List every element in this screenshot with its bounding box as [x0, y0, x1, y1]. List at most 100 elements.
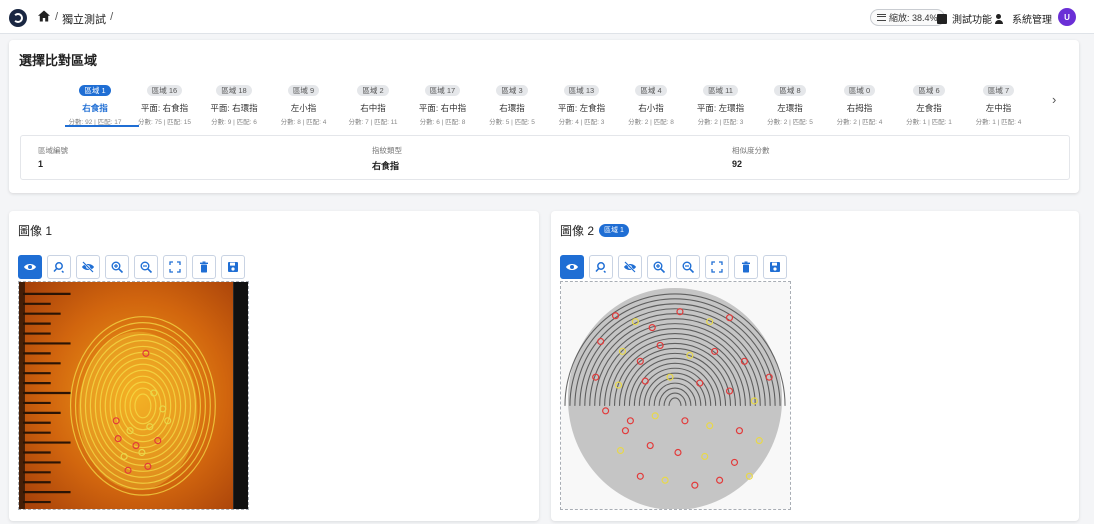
- chevron-right-icon[interactable]: ›: [1052, 92, 1056, 107]
- region-tab-name: 平面: 左食指: [557, 103, 606, 113]
- region-tab-badge: 區域 17: [424, 85, 461, 96]
- region-tab[interactable]: 區域 9 左小指 分數: 8 | 匹配: 4: [268, 80, 340, 126]
- region-tab[interactable]: 區域 0 右拇指 分數: 2 | 匹配: 4: [824, 80, 896, 126]
- fit-screen-button[interactable]: [705, 255, 729, 279]
- region-tab-name: 平面: 右食指: [140, 103, 189, 113]
- region-tab[interactable]: 區域 8 左環指 分數: 2 | 匹配: 5: [754, 80, 826, 126]
- magnify-reset-icon: [53, 262, 65, 274]
- image2-toolbar: [560, 255, 787, 279]
- eye-off-button[interactable]: [76, 255, 100, 279]
- zoom-in-button[interactable]: [105, 255, 129, 279]
- breadcrumb: / 獨立測試 /: [55, 11, 113, 27]
- region-tab-name: 右拇指: [846, 103, 873, 113]
- region-tab-name: 平面: 右中指: [418, 103, 467, 113]
- magnify-reset-button[interactable]: [47, 255, 71, 279]
- region-tab-name: 右中指: [360, 103, 386, 113]
- region-tab-name: 左環指: [777, 103, 803, 113]
- region-tab-badge: 區域 1: [79, 85, 111, 96]
- region-select-card: 選擇比對區域 區域 1 右食指 分數: 92 | 匹配: 17 區域 16 平面: 右食…: [9, 40, 1079, 193]
- eye-off-button[interactable]: [618, 255, 642, 279]
- zoom-out-button[interactable]: [134, 255, 158, 279]
- save-button[interactable]: [763, 255, 787, 279]
- info-region-id: 區域編號 1: [38, 145, 68, 169]
- region-tab[interactable]: 區域 7 左中指 分數: 1 | 匹配: 4: [963, 80, 1035, 126]
- zoom-badge[interactable]: 縮放: 38.4%: [870, 9, 945, 26]
- system-admin-label: 系統管理: [1012, 15, 1052, 26]
- breadcrumb-current[interactable]: 獨立測試: [62, 11, 106, 27]
- save-button[interactable]: [221, 255, 245, 279]
- region-tab-badge: 區域 18: [216, 85, 252, 96]
- region-tab-name: 右小指: [638, 103, 664, 113]
- image1-title-text: 圖像 1: [18, 224, 53, 238]
- eye-off-icon: [624, 261, 636, 273]
- test-feature-link[interactable]: 測試功能: [937, 11, 992, 26]
- zoom-out-icon: [682, 261, 695, 274]
- region-tab-badge: 區域 0: [843, 85, 876, 96]
- magnify-reset-icon: [595, 262, 607, 274]
- region-tab-badge: 區域 11: [703, 85, 738, 96]
- home-icon[interactable]: [37, 9, 51, 23]
- region-tab-badge: 區域 2: [357, 85, 389, 96]
- region-tab-score: 分數: 2 | 匹配: 5: [767, 119, 813, 126]
- list-icon: [877, 14, 886, 21]
- latent-print-image[interactable]: [18, 281, 249, 510]
- region-tab[interactable]: 區域 18 平面: 右環指 分數: 9 | 匹配: 6: [198, 80, 270, 126]
- region-tab-score: 分數: 8 | 匹配: 4: [280, 119, 327, 126]
- region-tabs: 區域 1 右食指 分數: 92 | 匹配: 17 區域 16 平面: 右食指 分數: 75…: [59, 80, 1059, 130]
- trash-icon: [200, 261, 208, 273]
- info-label: 區域編號: [38, 146, 68, 155]
- eye-icon: [566, 264, 578, 270]
- region-tab[interactable]: 區域 17 平面: 右中指 分數: 6 | 匹配: 8: [407, 80, 479, 126]
- region-tab-name: 平面: 右環指: [210, 103, 258, 113]
- region-tab-badge: 區域 4: [635, 85, 667, 96]
- user-gear-icon: [995, 13, 1007, 24]
- image2-title: 圖像 2 區域 1: [560, 222, 629, 239]
- trash-button[interactable]: [192, 255, 216, 279]
- region-tab-score: 分數: 5 | 匹配: 5: [489, 119, 535, 126]
- zoom-out-icon: [140, 261, 153, 274]
- region-tab[interactable]: 區域 4 右小指分數: 2 | 匹配: 8: [615, 80, 687, 126]
- latent-print-graphic: [19, 282, 248, 509]
- trash-button[interactable]: [734, 255, 758, 279]
- region-tab[interactable]: 區域 3 右環指 分數: 5 | 匹配: 5: [476, 80, 548, 126]
- info-label: 相似度分數: [732, 146, 770, 155]
- region-tab-name: 平面: 左環指: [696, 103, 745, 113]
- trash-icon: [742, 261, 750, 273]
- save-icon: [770, 262, 780, 272]
- image1-panel: 圖像 1: [9, 211, 539, 521]
- avatar[interactable]: U: [1058, 8, 1076, 26]
- save-icon: [228, 262, 238, 272]
- image1-title: 圖像 1: [18, 222, 52, 239]
- region-tab-badge: 區域 3: [496, 85, 528, 96]
- app-logo[interactable]: [9, 9, 27, 27]
- test-feature-label: 測試功能: [952, 15, 992, 26]
- region-tab[interactable]: 區域 6 左食指 分數: 1 | 匹配: 1: [893, 80, 965, 126]
- region-tab[interactable]: 區域 13 平面: 左食指 分數: 4 | 匹配: 3: [546, 80, 618, 126]
- magnify-reset-button[interactable]: [589, 255, 613, 279]
- region-info: 區域編號 1 指紋類型 右食指 相似度分數 92: [20, 135, 1070, 180]
- region-tab-score: 分數: 2 | 匹配: 8: [628, 119, 674, 126]
- region-tab-name: 左中指: [985, 103, 1012, 113]
- zoom-in-button[interactable]: [647, 255, 671, 279]
- region-tab[interactable]: 區域 16 平面: 右食指 分數: 75 | 匹配: 15: [129, 80, 201, 126]
- region-tab[interactable]: 區域 11 平面: 左環指 分數: 2 | 匹配: 3: [685, 80, 757, 126]
- eye-button[interactable]: [18, 255, 42, 279]
- eye-button[interactable]: [560, 255, 584, 279]
- eye-icon: [24, 264, 36, 270]
- region-tab-score: 分數: 1 | 匹配: 4: [975, 119, 1022, 126]
- info-score: 相似度分數 92: [732, 145, 770, 169]
- zoom-out-button[interactable]: [676, 255, 700, 279]
- region-tab-name: 左小指: [290, 103, 317, 113]
- region-tab[interactable]: 區域 1 右食指 分數: 92 | 匹配: 17: [59, 80, 131, 126]
- region-tab-badge: 區域 13: [563, 85, 600, 96]
- info-label: 指紋類型: [372, 146, 402, 155]
- region-tab[interactable]: 區域 2 右中指 分數: 7 | 匹配: 11: [337, 80, 409, 126]
- region-tab-badge: 區域 6: [913, 85, 945, 96]
- fit-screen-button[interactable]: [163, 255, 187, 279]
- reference-print-image[interactable]: [560, 281, 791, 510]
- test-icon: [937, 13, 947, 24]
- reference-print-graphic: [561, 282, 790, 509]
- breadcrumb-separator: /: [110, 11, 114, 23]
- region-tab-score: 分數: 2 | 匹配: 3: [697, 119, 744, 126]
- system-admin-link[interactable]: 系統管理: [995, 11, 1052, 26]
